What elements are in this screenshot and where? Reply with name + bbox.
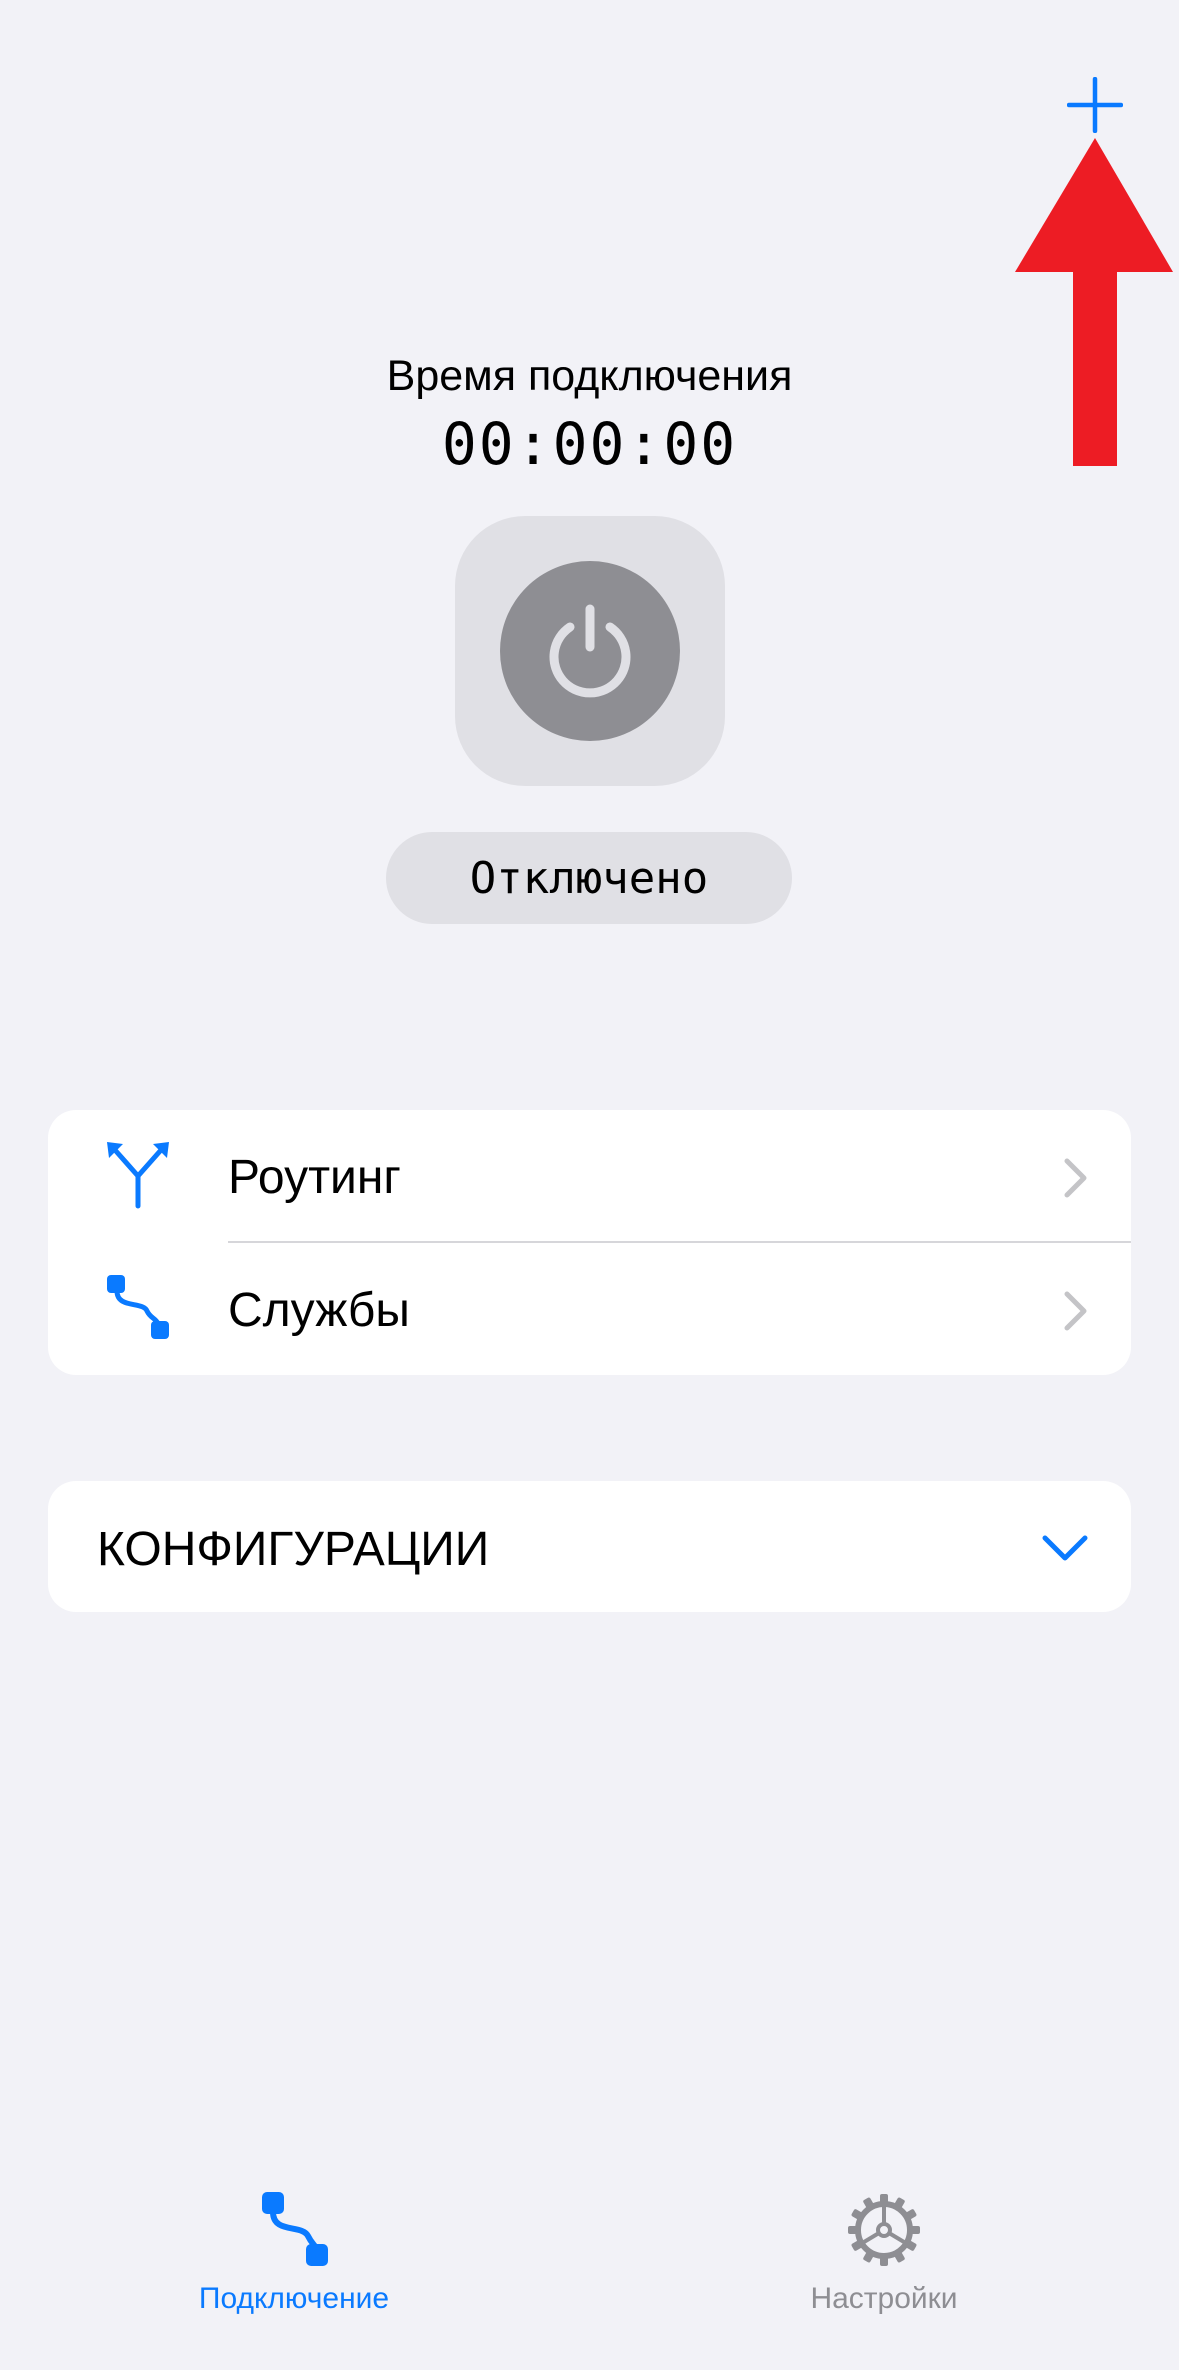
chevron-down-icon [1042,1535,1088,1561]
tab-label: Подключение [198,2282,390,2315]
menu-item-services[interactable]: Службы [48,1243,1131,1374]
connection-icon [262,2192,328,2266]
chevron-right-icon [1064,1158,1087,1198]
status-badge: Отключено [386,832,792,924]
menu-card: Роутинг Службы [48,1110,1131,1375]
gear-icon [848,2194,920,2266]
connection-time-label: Время подключения [386,352,793,400]
tab-connection[interactable]: Подключение [144,2190,444,2340]
power-button[interactable] [455,516,725,786]
menu-item-label: Роутинг [228,1151,401,1204]
menu-item-label: Службы [228,1284,410,1337]
power-circle [500,561,680,741]
power-icon [549,604,631,698]
tab-label: Настройки [810,2282,958,2315]
routing-icon [107,1142,169,1209]
chevron-right-icon [1064,1291,1087,1331]
configurations-label: КОНФИГУРАЦИИ [97,1523,490,1576]
services-icon [107,1275,169,1339]
connection-time-value: 00:00:00 [441,410,738,478]
tab-settings[interactable]: Настройки [734,2190,1034,2340]
configurations-dropdown[interactable]: КОНФИГУРАЦИИ [48,1481,1131,1612]
plus-icon [1067,77,1123,133]
menu-item-routing[interactable]: Роутинг [48,1110,1131,1241]
